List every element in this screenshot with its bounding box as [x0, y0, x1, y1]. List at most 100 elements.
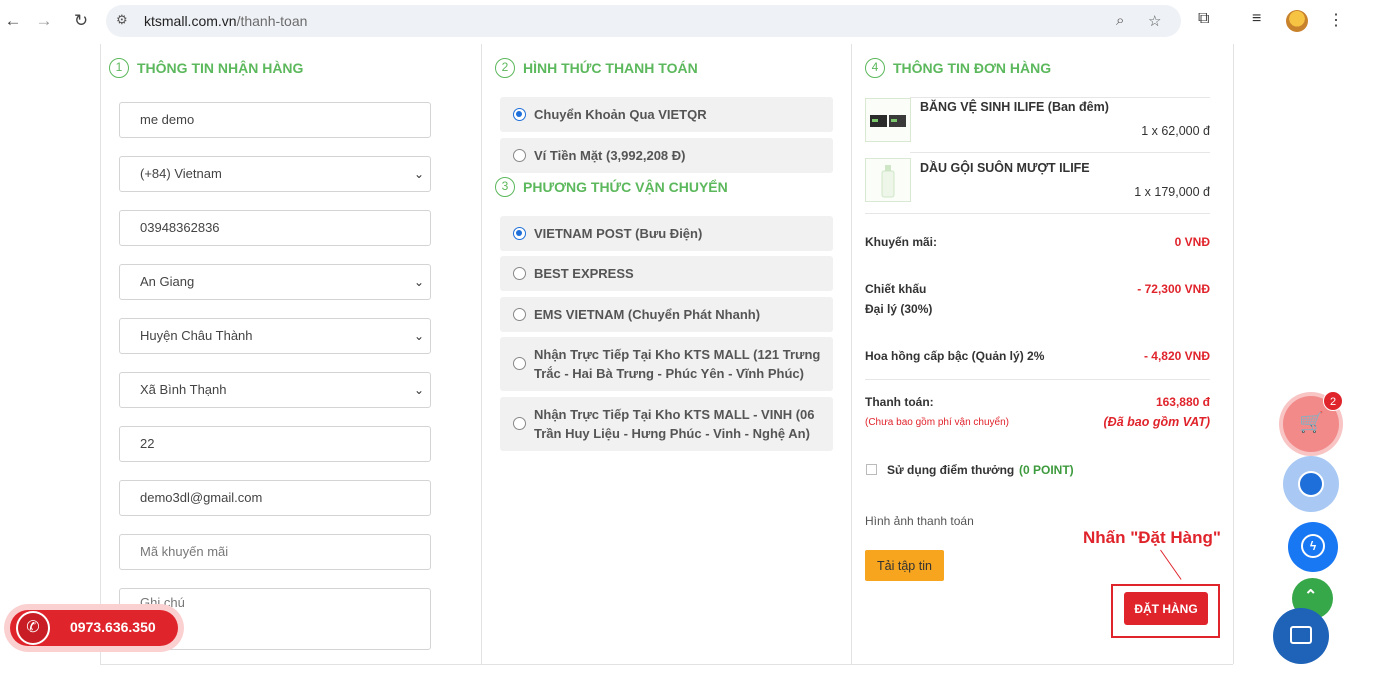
shipping-option-vnpost[interactable]: VIETNAM POST (Bưu Điện): [500, 216, 833, 251]
commission-value: - 4,820 VNĐ: [1143, 349, 1210, 363]
option-label-line2: Trần Huy Liệu - Hưng Phúc - Vinh - Nghệ …: [534, 426, 810, 441]
radio-unselected[interactable]: [513, 267, 526, 280]
column-divider: [851, 44, 852, 664]
radio-unselected[interactable]: [513, 417, 526, 430]
divider: [910, 97, 1210, 98]
menu-dots-icon[interactable]: ⋮: [1328, 10, 1344, 30]
back-arrow-icon[interactable]: ←: [2, 10, 24, 32]
option-label: EMS VIETNAM (Chuyển Phát Nhanh): [534, 307, 761, 322]
zalo-icon: [1298, 471, 1324, 497]
sanitary-pad-product-icon: [870, 115, 906, 127]
address-bar[interactable]: ⚙ ktsmall.com.vn/thanh-toan ⌕ ☆: [106, 5, 1181, 37]
product-qty-price: 1 x 179,000 đ: [1134, 185, 1210, 199]
shipping-fee-note: (Chưa bao gồm phí vận chuyển): [865, 417, 1009, 428]
chevron-down-icon: ⌄: [413, 383, 424, 397]
promo-label: Khuyến mãi:: [865, 235, 938, 249]
forward-arrow-icon[interactable]: →: [33, 10, 55, 32]
discount-label: Chiết khấu: [865, 282, 927, 296]
payment-option-vietqr[interactable]: Chuyển Khoản Qua VIETQR: [500, 97, 833, 132]
column-divider: [100, 44, 101, 664]
radio-unselected[interactable]: [513, 149, 526, 162]
shipping-option-best-express[interactable]: BEST EXPRESS: [500, 256, 833, 291]
option-label: Chuyển Khoản Qua VIETQR: [534, 107, 707, 122]
commission-label: Hoa hồng cấp bậc (Quản lý) 2%: [865, 349, 1045, 363]
district-select[interactable]: Huyện Châu Thành ⌄: [119, 318, 431, 354]
annotation-arrow-line: [1160, 549, 1182, 580]
use-points-label: Sử dụng điểm thưởng: [887, 463, 1015, 477]
phone-input[interactable]: 03948362836: [119, 210, 431, 246]
messenger-icon: ϟ: [1301, 534, 1325, 558]
option-label-line1: Nhận Trực Tiếp Tại Kho KTS MALL - VINH (…: [534, 407, 815, 422]
address-value: 22: [140, 436, 155, 451]
divider: [865, 213, 1210, 214]
shipping-option-pickup-vinh[interactable]: Nhận Trực Tiếp Tại Kho KTS MALL - VINH (…: [500, 397, 833, 451]
shipping-info-title: 1 THÔNG TIN NHẬN HÀNG: [109, 58, 303, 78]
url-text: ktsmall.com.vn/thanh-toan: [144, 13, 308, 29]
product-name[interactable]: DẦU GỘI SUÔN MƯỢT ILIFE: [920, 161, 1090, 175]
site-info-icon[interactable]: ⚙: [116, 12, 128, 28]
column-divider: [481, 44, 482, 664]
place-order-button[interactable]: ĐẶT HÀNG: [1124, 592, 1208, 625]
country-value: (+84) Vietnam: [140, 166, 222, 181]
reading-list-icon[interactable]: ≡: [1252, 10, 1261, 28]
phone-icon: ✆: [16, 611, 50, 645]
total-label: Thanh toán:: [865, 395, 934, 409]
promo-code-input[interactable]: Mã khuyến mãi: [119, 534, 431, 570]
payment-image-label: Hình ảnh thanh toán: [865, 514, 974, 528]
shampoo-bottle-product-icon: [881, 165, 895, 198]
order-info-title: 4 THÔNG TIN ĐƠN HÀNG: [865, 58, 1051, 78]
option-label-line1: Nhận Trực Tiếp Tại Kho KTS MALL (121 Trư…: [534, 347, 821, 362]
phone-value: 03948362836: [140, 220, 220, 235]
radio-unselected[interactable]: [513, 308, 526, 321]
name-input[interactable]: me demo: [119, 102, 431, 138]
divider: [910, 152, 1210, 153]
zoom-icon[interactable]: ⌕: [1116, 12, 1124, 29]
profile-avatar[interactable]: [1286, 10, 1308, 32]
cart-count-badge: 2: [1323, 391, 1343, 411]
radio-selected[interactable]: [513, 108, 526, 121]
shipping-option-ems[interactable]: EMS VIETNAM (Chuyển Phát Nhanh): [500, 297, 833, 332]
radio-unselected[interactable]: [513, 357, 526, 370]
email-input[interactable]: demo3dl@gmail.com: [119, 480, 431, 516]
section-title-text: THÔNG TIN NHẬN HÀNG: [137, 60, 304, 76]
chevron-down-icon: ⌄: [413, 329, 424, 343]
instruction-annotation: Nhấn "Đặt Hàng": [1083, 528, 1221, 547]
address-input[interactable]: 22: [119, 426, 431, 462]
bookmark-star-icon[interactable]: ☆: [1148, 12, 1161, 30]
section-title-text: PHƯƠNG THỨC VẬN CHUYỂN: [523, 179, 728, 195]
province-value: An Giang: [140, 274, 195, 289]
column-divider: [1233, 44, 1234, 664]
reload-icon[interactable]: ↻: [70, 10, 92, 32]
promo-value: 0 VNĐ: [1174, 235, 1210, 249]
province-select[interactable]: An Giang ⌄: [119, 264, 431, 300]
floating-zalo-button[interactable]: [1283, 456, 1339, 512]
section-number: 4: [865, 58, 885, 78]
use-points-checkbox[interactable]: [866, 464, 877, 475]
ward-select[interactable]: Xã Bình Thạnh ⌄: [119, 372, 431, 408]
payment-method-title: 2 HÌNH THỨC THANH TOÁN: [495, 58, 698, 78]
section-title-text: THÔNG TIN ĐƠN HÀNG: [893, 60, 1052, 76]
radio-selected[interactable]: [513, 227, 526, 240]
floating-chat-button[interactable]: [1273, 608, 1329, 664]
discount-label-rate: Đại lý (30%): [865, 302, 933, 316]
email-value: demo3dl@gmail.com: [140, 490, 263, 505]
option-label: VIETNAM POST (Bưu Điện): [534, 226, 703, 241]
chevron-down-icon: ⌄: [413, 275, 424, 289]
option-label: BEST EXPRESS: [534, 266, 634, 281]
product-name[interactable]: BĂNG VỆ SINH ILIFE (Ban đêm): [920, 100, 1109, 114]
points-balance: (0 POINT): [1019, 463, 1074, 477]
section-number: 1: [109, 58, 129, 78]
country-code-select[interactable]: (+84) Vietnam ⌄: [119, 156, 431, 192]
floating-messenger-button[interactable]: ϟ: [1288, 522, 1338, 572]
payment-option-wallet[interactable]: Ví Tiền Mặt (3,992,208 Đ): [500, 138, 833, 173]
hotline-number[interactable]: 0973.636.350: [70, 619, 156, 635]
chat-bubble-icon: [1290, 626, 1312, 644]
upload-file-button[interactable]: Tải tập tin: [865, 550, 944, 581]
section-number: 3: [495, 177, 515, 197]
district-value: Huyện Châu Thành: [140, 328, 253, 343]
vat-note: (Đã bao gồm VAT): [1103, 415, 1210, 429]
discount-value: - 72,300 VNĐ: [1137, 282, 1210, 296]
shipping-option-pickup-phuc-yen[interactable]: Nhận Trực Tiếp Tại Kho KTS MALL (121 Trư…: [500, 337, 833, 391]
option-label: Ví Tiền Mặt (3,992,208 Đ): [534, 148, 686, 163]
extensions-icon[interactable]: ⧉: [1198, 10, 1209, 28]
